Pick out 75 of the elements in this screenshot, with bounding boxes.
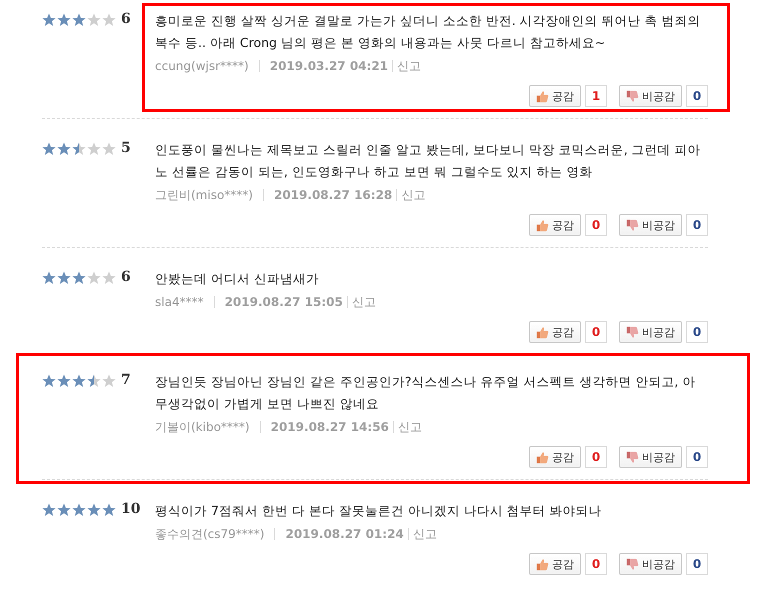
- review-text: 안봤는데 어디서 신파냄새가: [155, 270, 320, 288]
- like-button[interactable]: 공감: [529, 321, 581, 343]
- review-date: 2019.08.27 16:28: [274, 187, 392, 204]
- author-name: 기볼이(kibo****): [155, 419, 250, 436]
- star-icon: [72, 374, 86, 388]
- star-icon: [42, 271, 56, 285]
- dislike-count: 0: [686, 553, 708, 575]
- score: 7: [121, 371, 131, 390]
- star-icon: [87, 374, 101, 388]
- score: 5: [121, 139, 131, 158]
- review-text: 흥미로운 진행 살짝 싱거운 결말로 가는가 싶더니 소소한 반전. 시각장애인의 뛰어난 촉 범죄의 복수 등.. 아래 Crong 님의 평은 본 영화의 내용과는 사뭇 다르니 참고하세요~: [155, 12, 702, 52]
- thumbs-down-icon: [626, 218, 639, 232]
- star-icon: [87, 271, 101, 285]
- review-text: 인도풍이 물씬나는 제목보고 스릴러 인줄 알고 봤는데, 보다보니 막장 코믹스러운, 그런데 피아노 선률은 감동이 되는, 인도영화구나 하고 보면 뭐 그럴수도 있지 하는 영화: [155, 141, 702, 181]
- thumbs-down-icon: [626, 90, 639, 102]
- like-button[interactable]: 공감: [529, 446, 581, 468]
- review-text: 평식이가 7점줘서 한번 다 본다 잘못눌른건 아니겠지 나다시 첨부터 봐야되나: [155, 502, 603, 520]
- star-icon: [42, 503, 56, 517]
- thumbs-down-icon: [626, 326, 639, 338]
- thumbs-up-icon: [536, 90, 549, 102]
- star-icon: [72, 142, 86, 156]
- dislike-button[interactable]: 비공감: [619, 321, 682, 343]
- score: 10: [121, 500, 140, 519]
- star-icon: [72, 13, 86, 27]
- star-icon: [42, 13, 56, 27]
- star-icon: [72, 503, 86, 517]
- dislike-count: 0: [686, 85, 708, 107]
- star-icon: [57, 142, 71, 156]
- dislike-button[interactable]: 비공감: [619, 85, 682, 107]
- dislike-button[interactable]: 비공감: [619, 446, 682, 468]
- thumbs-up-icon: [536, 326, 549, 338]
- star-icon: [102, 503, 116, 517]
- review-date: 2019.08.27 01:24: [285, 526, 404, 543]
- author-name: 좋수의견(cs79****): [155, 526, 264, 543]
- dislike-count: 0: [686, 214, 708, 236]
- star-icon: [57, 374, 71, 388]
- thumbs-up-icon: [536, 218, 549, 232]
- thumbs-up-icon: [536, 558, 549, 570]
- like-count: 1: [585, 85, 607, 107]
- dislike-button[interactable]: 비공감: [619, 553, 682, 575]
- like-button[interactable]: 공감: [529, 553, 581, 575]
- star-icon: [102, 271, 116, 285]
- star-icon: [57, 503, 71, 517]
- star-icon: [57, 271, 71, 285]
- like-button[interactable]: 공감: [529, 214, 581, 236]
- star-icon: [87, 142, 101, 156]
- star-icon: [87, 503, 101, 517]
- star-icon: [102, 374, 116, 388]
- star-icon: [102, 142, 116, 156]
- thumbs-down-icon: [626, 558, 639, 570]
- star-icon: [57, 13, 71, 27]
- score: 6: [121, 268, 131, 287]
- star-icon: [72, 271, 86, 285]
- dislike-count: 0: [686, 446, 708, 468]
- star-icon: [87, 13, 101, 27]
- review-text: 장님인듯 장님아닌 장님인 같은 주인공인가?식스센스나 유주얼 서스펙트 생각하면 안되고, 아무생각없이 가볍게 보면 나쁘진 않네요: [155, 373, 696, 413]
- like-button[interactable]: 공감: [529, 85, 581, 107]
- thumbs-up-icon: [536, 450, 549, 464]
- author-name: sla4****: [155, 294, 204, 311]
- author-name: ccung(wjsr****): [155, 58, 249, 75]
- thumbs-down-icon: [626, 450, 639, 464]
- like-count: 0: [585, 214, 607, 236]
- review-date: 2019.08.27 15:05: [224, 294, 343, 311]
- like-count: 0: [585, 446, 607, 468]
- review-date: 2019.03.27 04:21: [270, 58, 388, 75]
- like-count: 0: [585, 553, 607, 575]
- review-date: 2019.08.27 14:56: [270, 419, 389, 436]
- dislike-button[interactable]: 비공감: [619, 214, 682, 236]
- star-icon: [42, 374, 56, 388]
- dislike-count: 0: [686, 321, 708, 343]
- star-icon: [42, 142, 56, 156]
- score: 6: [121, 10, 131, 29]
- star-icon: [102, 13, 116, 27]
- like-count: 0: [585, 321, 607, 343]
- author-name: 그린비(miso****): [155, 187, 253, 204]
